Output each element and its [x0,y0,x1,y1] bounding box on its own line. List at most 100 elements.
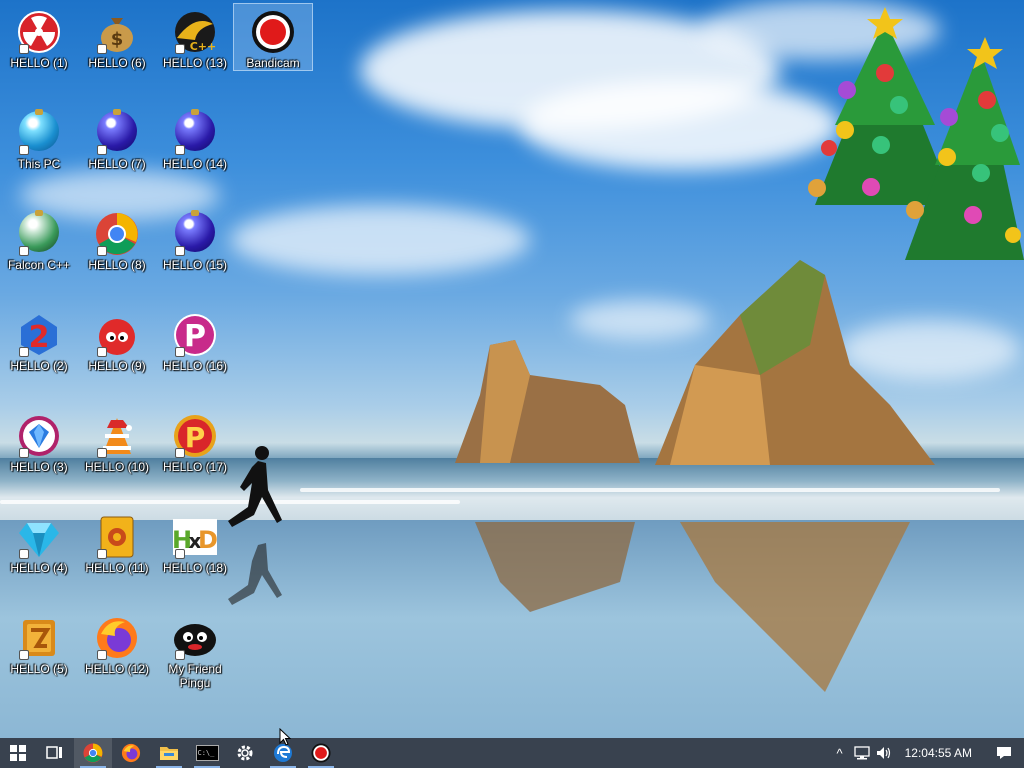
shortcut-arrow-icon [19,347,29,357]
system-tray: ^ 12:04:55 AM [829,738,1024,768]
desktop[interactable]: HELLO (1) This PC Falcon C++ 2 HELLO (2)… [0,0,1024,738]
shortcut-arrow-icon [97,44,107,54]
terminal-icon: C:\_ [195,745,219,761]
diamond-icon [17,515,61,559]
blue-orb-icon [95,109,139,155]
number-two-icon: 2 [17,313,61,357]
desktop-icon-hello-1[interactable]: HELLO (1) [0,4,78,70]
desktop-icon-hello-16[interactable]: P HELLO (16) [156,307,234,373]
bandicam-taskbar-button[interactable] [302,738,340,768]
desktop-icon-hello-2[interactable]: 2 HELLO (2) [0,307,78,373]
task-view-icon [46,746,62,759]
desktop-icon-label: My Friend Pingu [168,662,222,690]
desktop-icon-my-friend-pingu[interactable]: My Friend Pingu [156,610,234,690]
chevron-up-icon: ^ [836,745,843,761]
desktop-icon-hello-13[interactable]: C++ HELLO (13) [156,4,234,70]
volume-button[interactable] [873,738,895,768]
desktop-icon-label: HELLO (18) [162,561,228,575]
shortcut-arrow-icon [175,246,185,256]
computer-orb-icon [17,109,61,155]
desktop-icon-label: HELLO (4) [10,561,68,575]
cpp-falcon-icon: C++ [173,10,217,54]
shortcut-arrow-icon [19,448,29,458]
p-ball-gold-icon: P [173,414,217,458]
desktop-icon-label: HELLO (5) [10,662,68,676]
shortcut-arrow-icon [97,145,107,155]
notification-icon [997,747,1011,759]
svg-text:2: 2 [29,320,50,355]
svg-text:C++: C++ [190,40,217,53]
money-bag-icon: $ [95,10,139,54]
folder-icon [160,747,178,760]
firefox-taskbar-button[interactable] [112,738,150,768]
desktop-icon-label: HELLO (1) [10,56,68,70]
firefox-icon [121,743,141,763]
shortcut-arrow-icon [175,347,185,357]
desktop-icon-hello-10[interactable]: HELLO (10) [78,408,156,474]
taskbar-clock[interactable]: 12:04:55 AM [895,746,984,760]
shortcut-arrow-icon [19,246,29,256]
edge-icon [274,744,292,762]
desktop-icon-hello-8[interactable]: HELLO (8) [78,206,156,272]
shortcut-arrow-icon [19,44,29,54]
action-center-button[interactable] [984,738,1024,768]
windows-logo-icon [10,745,26,761]
desktop-icon-label: HELLO (11) [85,561,149,575]
svg-text:D: D [198,526,217,554]
svg-text:P: P [185,421,206,454]
desktop-icon-hello-9[interactable]: HELLO (9) [78,307,156,373]
desktop-icon-hello-6[interactable]: $ HELLO (6) [78,4,156,70]
network-button[interactable] [851,738,873,768]
desktop-icon-label: HELLO (6) [88,56,146,70]
desktop-icon-hello-11[interactable]: HELLO (11) [78,509,156,575]
desktop-icon-label: HELLO (16) [162,359,228,373]
radiation-icon [17,10,61,54]
shortcut-arrow-icon [175,44,185,54]
recycle-orb-icon [17,210,61,256]
desktop-icon-label: HELLO (15) [162,258,228,272]
mahjong-tile-icon [95,515,139,559]
shortcut-arrow-icon [97,246,107,256]
pingu-icon [173,616,217,660]
cmd-taskbar-button[interactable]: C:\_ [188,738,226,768]
wallpaper-cloud [520,80,840,170]
desktop-icon-hello-7[interactable]: HELLO (7) [78,105,156,171]
shortcut-arrow-icon [97,549,107,559]
settings-taskbar-button[interactable] [226,738,264,768]
desktop-icon-hello-12[interactable]: HELLO (12) [78,610,156,676]
desktop-icon-label: HELLO (9) [88,359,146,373]
desktop-icon-hello-17[interactable]: P HELLO (17) [156,408,234,474]
desktop-icon-hello-5[interactable]: HELLO (5) [0,610,78,676]
wallpaper-rock-arch [655,260,935,465]
desktop-icon-label: HELLO (2) [10,359,68,373]
desktop-icon-hello-14[interactable]: HELLO (14) [156,105,234,171]
desktop-icon-label: This PC [17,157,61,171]
record-icon [311,743,331,763]
wallpaper-reflection [475,522,635,612]
start-button[interactable] [0,738,36,768]
diamond-ring-icon [17,414,61,458]
desktop-icon-label: Bandicam [246,56,300,70]
record-icon [251,10,295,54]
wallpaper-reflection [680,522,910,692]
hxd-icon: HxD [172,515,218,559]
desktop-icon-hello-4[interactable]: HELLO (4) [0,509,78,575]
desktop-icon-this-pc[interactable]: This PC [0,105,78,171]
show-hidden-icons-button[interactable]: ^ [829,738,851,768]
speaker-icon [876,747,890,759]
p-ball-icon: P [173,313,217,357]
desktop-icon-hello-3[interactable]: HELLO (3) [0,408,78,474]
desktop-icon-hello-15[interactable]: HELLO (15) [156,206,234,272]
desktop-icon-falcon-cpp[interactable]: Falcon C++ [0,206,78,272]
wallpaper-rock-small [455,340,640,463]
shortcut-arrow-icon [97,448,107,458]
gold-tile-icon [17,616,61,660]
wallpaper-cloud [230,205,530,275]
chrome-taskbar-button[interactable] [74,738,112,768]
desktop-icon-bandicam[interactable]: Bandicam [233,3,313,71]
shortcut-arrow-icon [97,650,107,660]
christmas-tree-decoration [808,7,1024,260]
desktop-icon-hello-18[interactable]: HxD HELLO (18) [156,509,234,575]
file-explorer-taskbar-button[interactable] [150,738,188,768]
task-view-button[interactable] [36,738,74,768]
